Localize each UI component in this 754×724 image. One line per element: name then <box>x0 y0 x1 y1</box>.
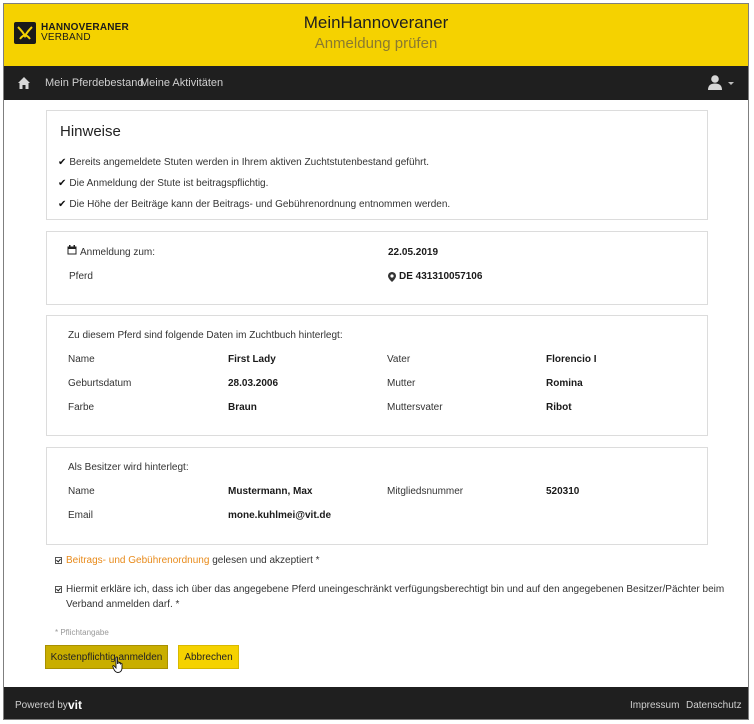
checkmark-icon: ✔ <box>58 178 67 189</box>
field-label: Geburtsdatum <box>68 378 132 389</box>
horse-label: Pferd <box>69 271 93 282</box>
map-marker-icon <box>388 272 396 285</box>
date-label: Anmeldung zum: <box>80 247 156 258</box>
horse-value: DE 431310057106 <box>399 271 483 282</box>
impressum-link[interactable]: Impressum <box>630 700 679 711</box>
hint-item: ✔ Bereits angemeldete Stuten werden in Ih… <box>58 157 429 168</box>
page-subtitle: Anmeldung prüfen <box>314 35 438 52</box>
field-value: Romina <box>546 378 583 389</box>
authority-consent-line2: Verband anmelden darf. * <box>66 599 180 610</box>
field-label: Farbe <box>68 402 95 413</box>
cancel-button[interactable]: Abbrechen <box>178 645 239 669</box>
user-icon[interactable] <box>707 74 723 94</box>
field-value: Ribot <box>546 402 572 413</box>
chevron-down-icon[interactable] <box>728 82 734 85</box>
fee-consent-checkbox[interactable] <box>55 557 62 564</box>
app-window: HANNOVERANER VERBAND MeinHannoveraner An… <box>3 3 749 720</box>
nav-item-aktivitaeten[interactable]: Meine Aktivitäten <box>140 77 223 89</box>
authority-consent-line1: Hiermit erkläre ich, dass ich über das a… <box>66 584 725 595</box>
nav-item-pferdebestand[interactable]: Mein Pferdebestand <box>45 77 143 89</box>
hint-text: Die Höhe der Beiträge kann der Beitrags-… <box>69 199 451 210</box>
footer-bar: Powered by vit Impressum Datenschutz <box>4 687 748 719</box>
fee-consent-label: Beitrags- und Gebührenordnung gelesen un… <box>66 555 320 566</box>
owner-name-value: Mustermann, Max <box>228 486 313 497</box>
nav-bar: Mein Pferdebestand Meine Aktivitäten <box>4 66 748 100</box>
field-value: Braun <box>228 402 257 413</box>
header-bar: HANNOVERANER VERBAND MeinHannoveraner An… <box>4 4 748 66</box>
hint-text: Bereits angemeldete Stuten werden in Ihr… <box>69 157 430 168</box>
field-label: Mutter <box>387 378 416 389</box>
owner-intro: Als Besitzer wird hinterlegt: <box>68 462 189 473</box>
fee-consent-text: gelesen und akzeptiert * <box>209 555 320 566</box>
checkmark-icon: ✔ <box>58 157 67 168</box>
field-label: Name <box>68 354 95 365</box>
studbook-intro: Zu diesem Pferd sind folgende Daten im Z… <box>68 330 343 341</box>
authority-consent-checkbox[interactable] <box>55 586 62 593</box>
email-label: Email <box>68 510 94 521</box>
vit-logo[interactable]: vit <box>68 698 82 712</box>
field-value: First Lady <box>228 354 276 365</box>
email-value: mone.kuhlmei@vit.de <box>228 510 332 521</box>
home-icon[interactable] <box>17 75 31 94</box>
hint-item: ✔ Die Anmeldung der Stute ist beitragspfl… <box>58 178 268 189</box>
checkmark-icon: ✔ <box>58 199 67 210</box>
field-value: Florencio I <box>546 354 597 365</box>
owner-name-label: Name <box>68 486 95 497</box>
field-value: 28.03.2006 <box>228 378 279 389</box>
hint-text: Die Anmeldung der Stute ist beitragspfli… <box>69 178 269 189</box>
member-number-label: Mitgliedsnummer <box>387 486 464 497</box>
field-label: Vater <box>387 354 411 365</box>
member-number-value: 520310 <box>546 486 580 497</box>
hints-title: Hinweise <box>60 123 121 140</box>
hints-panel: Hinweise ✔ Bereits angemeldete Stuten wer… <box>46 110 708 220</box>
studbook-panel: Zu diesem Pferd sind folgende Daten im Z… <box>46 315 708 436</box>
field-label: Muttersvater <box>387 402 443 413</box>
hand-cursor-icon <box>112 656 126 678</box>
registration-panel: Anmeldung zum: 22.05.2019 Pferd DE 43131… <box>46 231 708 305</box>
datenschutz-link[interactable]: Datenschutz <box>686 700 742 711</box>
date-value: 22.05.2019 <box>388 247 439 258</box>
fee-schedule-link[interactable]: Beitrags- und Gebührenordnung <box>66 555 209 566</box>
calendar-icon <box>67 245 77 258</box>
owner-panel: Als Besitzer wird hinterlegt: Name Muste… <box>46 447 708 545</box>
hint-item: ✔ Die Höhe der Beiträge kann der Beitrags… <box>58 199 450 210</box>
app-title: MeinHannoveraner <box>303 13 449 32</box>
submit-registration-button[interactable]: Kostenpflichtig anmelden <box>45 645 168 669</box>
powered-by-text: Powered by <box>15 700 68 711</box>
required-note: * Pflichtangabe <box>55 628 109 637</box>
